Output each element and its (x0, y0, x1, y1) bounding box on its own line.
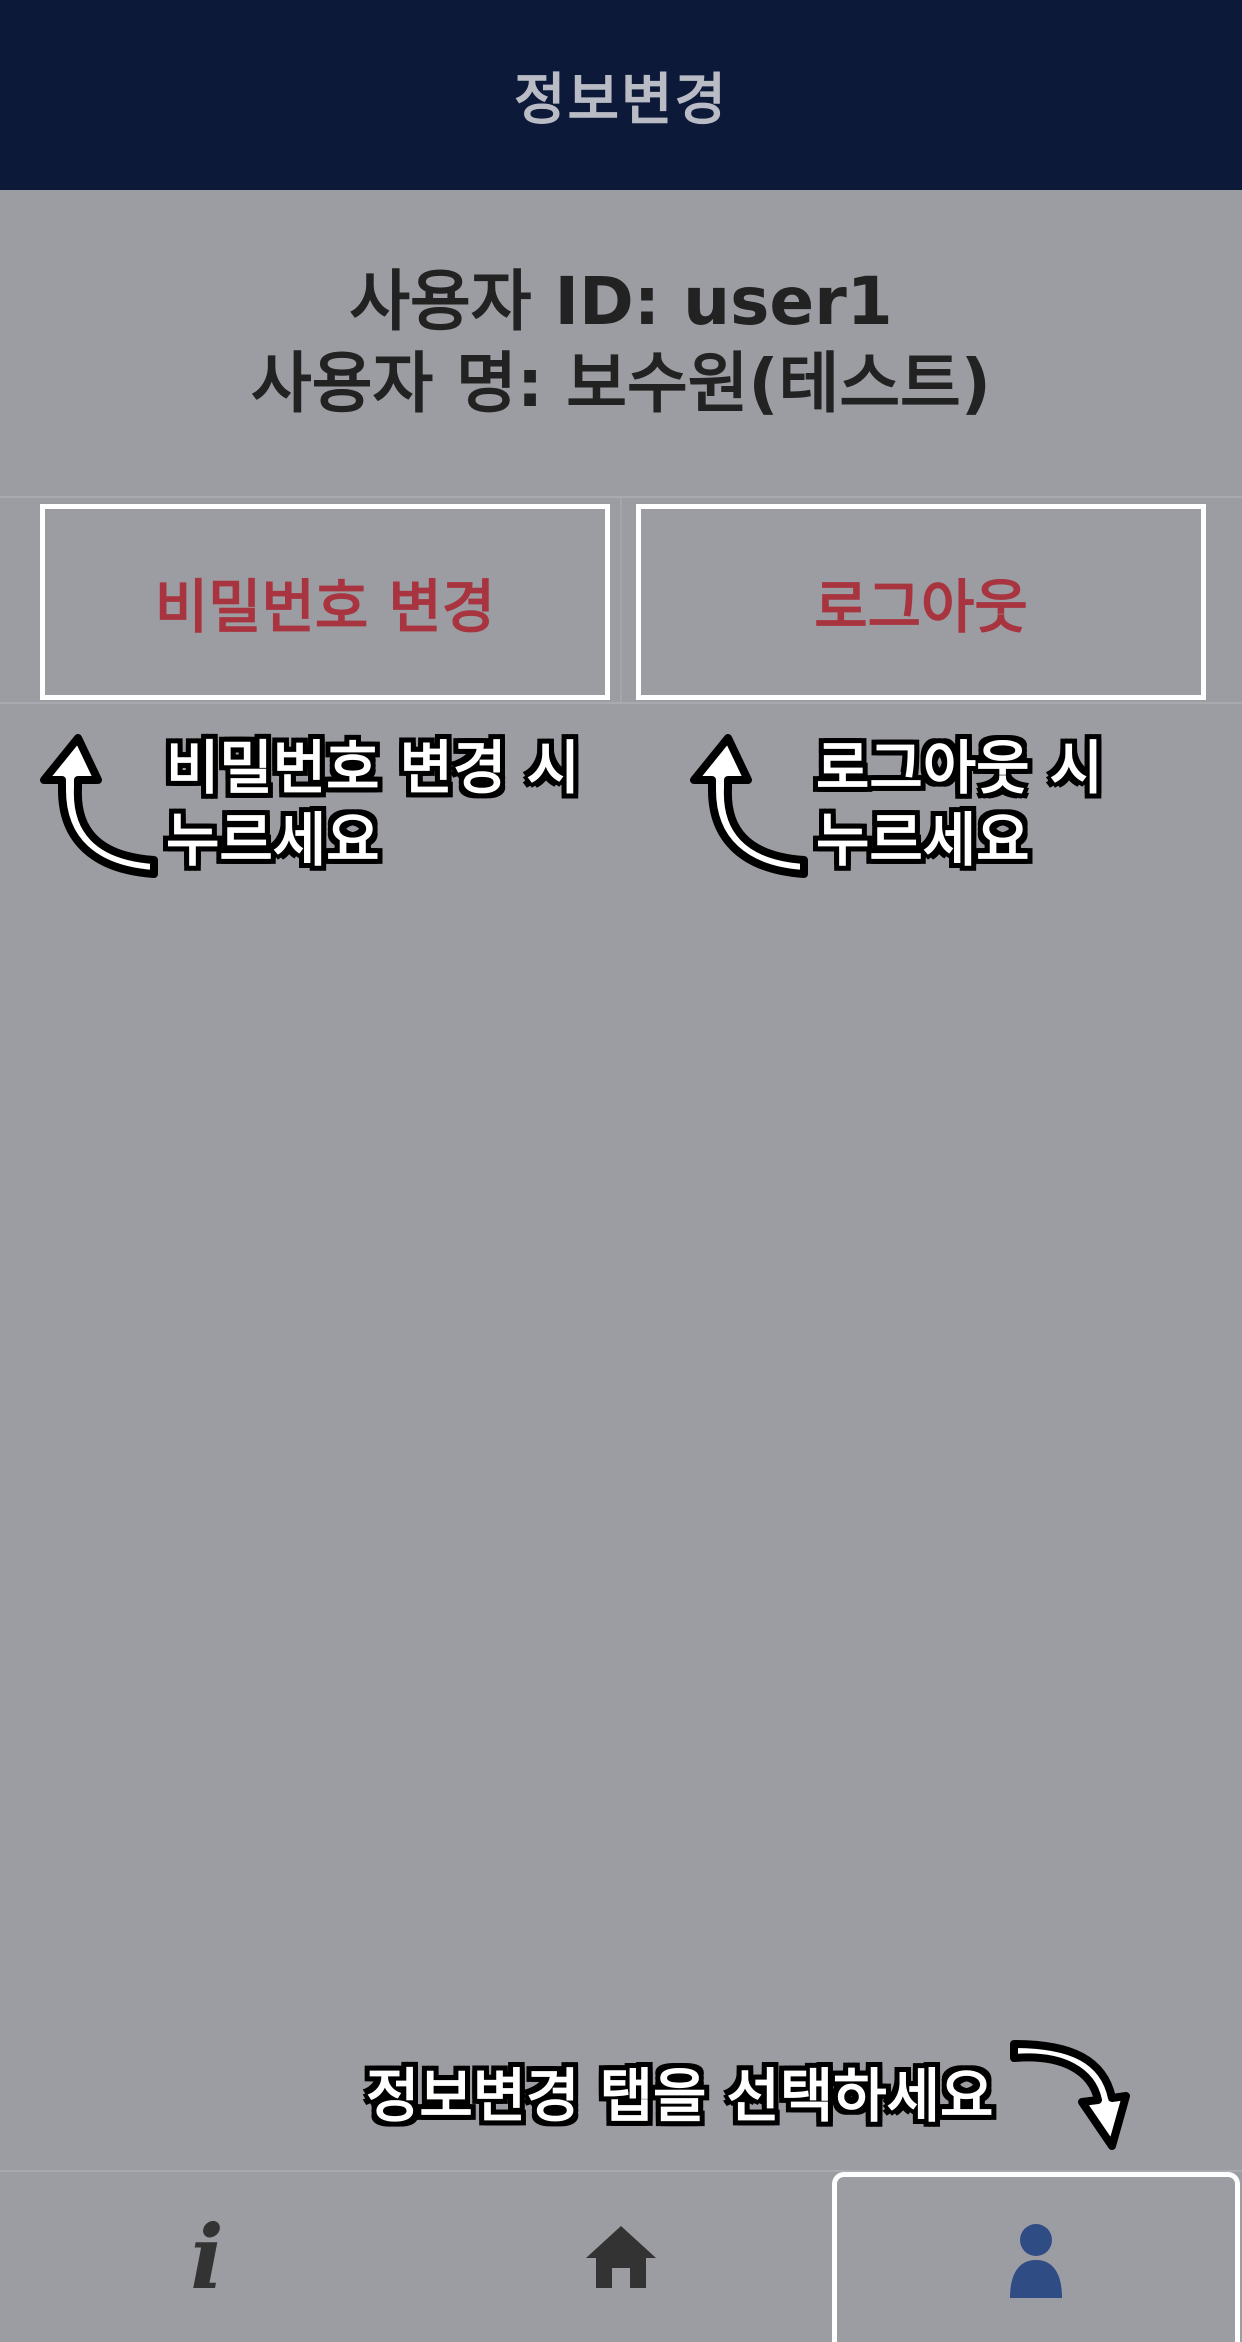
tab-home[interactable] (414, 2172, 828, 2342)
password-hint-line2: 누르세요 (166, 806, 380, 874)
change-password-button[interactable]: 비밀번호 변경 (40, 504, 610, 700)
info-icon: i (190, 2205, 224, 2309)
curved-up-arrow-icon (690, 734, 808, 878)
change-password-label: 비밀번호 변경 (154, 573, 496, 641)
tab-profile[interactable] (832, 2172, 1240, 2342)
logout-hint: 로그아웃 시 누르세요 (816, 732, 1103, 876)
person-icon (1010, 2223, 1062, 2298)
logout-label: 로그아웃 (814, 573, 1028, 641)
logout-hint-line2: 누르세요 (816, 806, 1030, 874)
user-id-text: 사용자 ID: user1 (349, 263, 893, 340)
password-hint: 비밀번호 변경 시 누르세요 (166, 732, 580, 876)
bottom-tab-bar: i (0, 2170, 1242, 2342)
page-title: 정보변경 (513, 67, 729, 133)
password-hint-line1: 비밀번호 변경 시 (166, 734, 580, 802)
curved-up-arrow-icon (40, 734, 158, 878)
logout-hint-line1: 로그아웃 시 (816, 734, 1103, 802)
tab-hint: 정보변경 탭을 선택하세요 (366, 2062, 994, 2130)
action-button-row: 비밀번호 변경 로그아웃 (0, 498, 1242, 704)
home-icon (586, 2226, 656, 2288)
user-info-panel: 사용자 ID: user1 사용자 명: 보수원(테스트) (0, 190, 1242, 498)
button-divider (620, 498, 622, 702)
tab-info[interactable]: i (0, 2172, 414, 2342)
header-bar: 정보변경 (0, 0, 1242, 190)
user-name-text: 사용자 명: 보수원(테스트) (251, 345, 991, 422)
curved-down-arrow-icon (1010, 2040, 1130, 2150)
logout-button[interactable]: 로그아웃 (636, 504, 1206, 700)
